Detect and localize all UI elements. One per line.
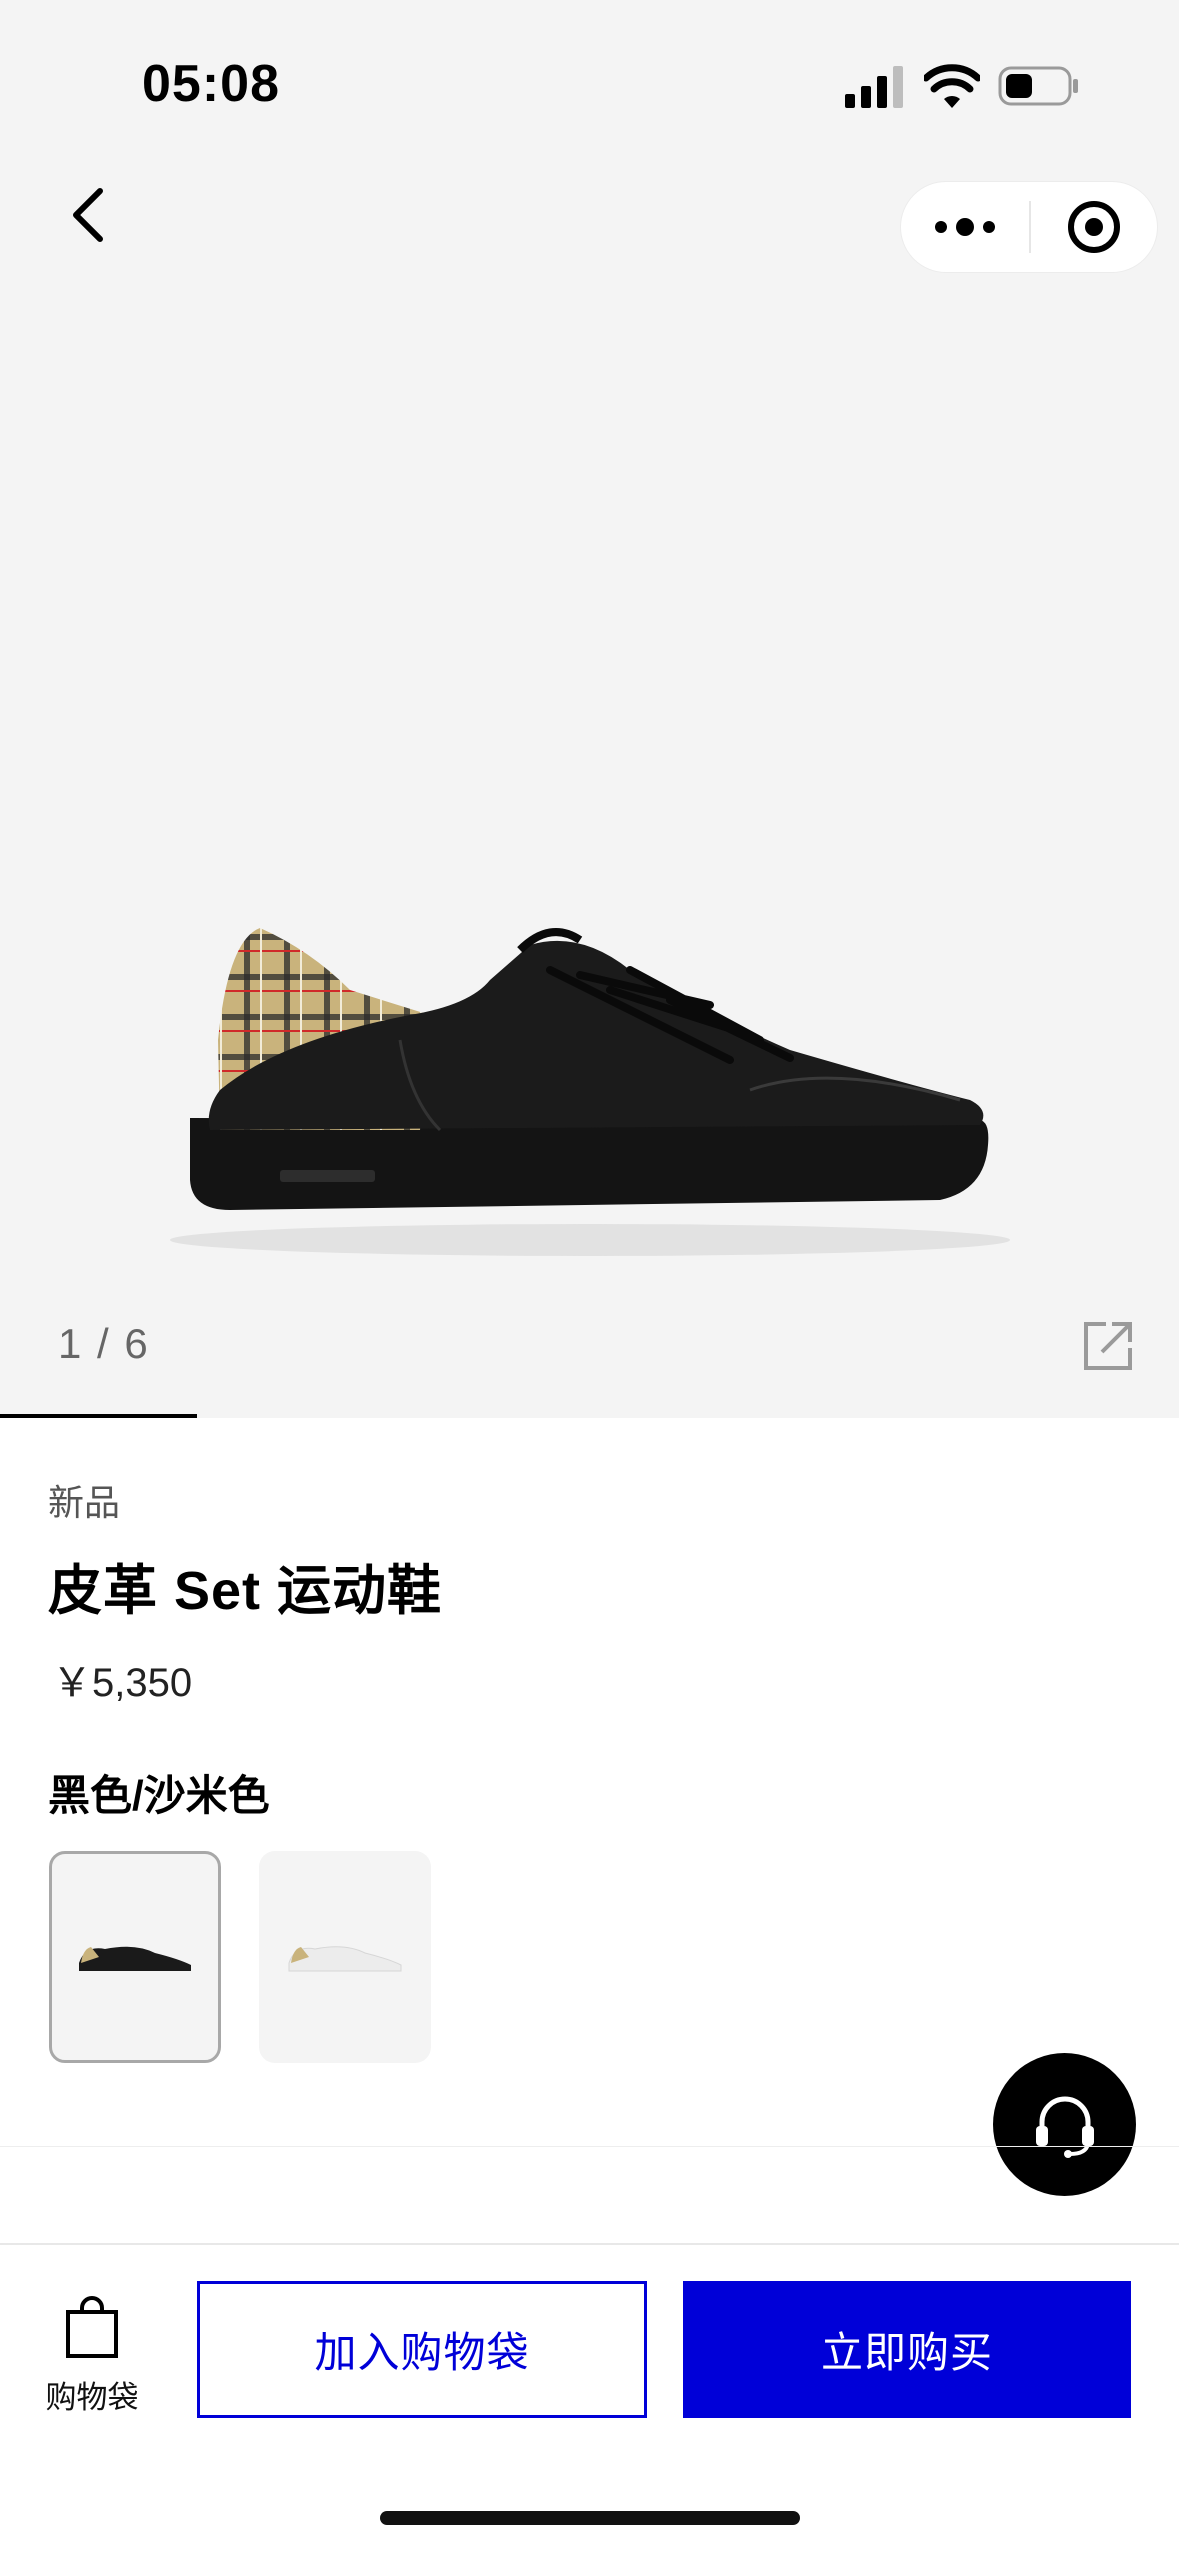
wifi-icon: [924, 64, 980, 108]
target-close-icon: [1067, 201, 1120, 253]
chevron-left-icon: [73, 188, 103, 242]
shopping-bag-label: 购物袋: [45, 2380, 139, 2415]
gallery-progress: [0, 1414, 1179, 1418]
home-indicator: [380, 2511, 800, 2525]
gallery-progress-fill: [0, 1414, 197, 1418]
back-button[interactable]: [58, 180, 118, 250]
buy-now-button[interactable]: 立即购买: [683, 2281, 1131, 2418]
cellular-signal-icon: [845, 66, 903, 108]
add-to-bag-button[interactable]: 加入购物袋: [197, 2281, 647, 2418]
bottom-action-bar: 购物袋 加入购物袋 立即购买: [0, 2243, 1179, 2556]
image-counter: 1 / 6: [58, 1320, 150, 1367]
status-bar: 05:08: [0, 0, 1179, 150]
new-badge: 新品: [48, 1482, 121, 1523]
product-image-sneaker[interactable]: [110, 800, 1070, 1280]
product-price: ￥5,350: [52, 1661, 193, 1705]
product-title: 皮革 Set 运动鞋: [48, 1561, 443, 1621]
more-button[interactable]: [901, 181, 1029, 273]
status-time: 05:08: [142, 55, 280, 113]
mini-program-capsule: [900, 181, 1158, 273]
external-share-icon[interactable]: [1080, 1316, 1138, 1374]
more-dots-icon: [935, 218, 995, 236]
shopping-bag-icon: [66, 2296, 118, 2358]
color-swatch-white[interactable]: [259, 1851, 431, 2063]
color-name: 黑色/沙米色: [48, 1772, 270, 1819]
headset-icon: [1035, 2096, 1094, 2158]
shopping-bag-button[interactable]: 购物袋: [36, 2294, 148, 2415]
swatch-thumbnail-black: [79, 1946, 191, 1971]
battery-icon: [998, 66, 1078, 106]
customer-service-button[interactable]: [993, 2053, 1136, 2196]
close-miniprogram-button[interactable]: [1031, 181, 1157, 273]
product-gallery[interactable]: 05:08 1 / 6: [0, 0, 1179, 1418]
color-swatch-black[interactable]: [49, 1851, 221, 2063]
swatch-thumbnail-white: [288, 1946, 402, 1972]
section-divider: [0, 2146, 1179, 2147]
